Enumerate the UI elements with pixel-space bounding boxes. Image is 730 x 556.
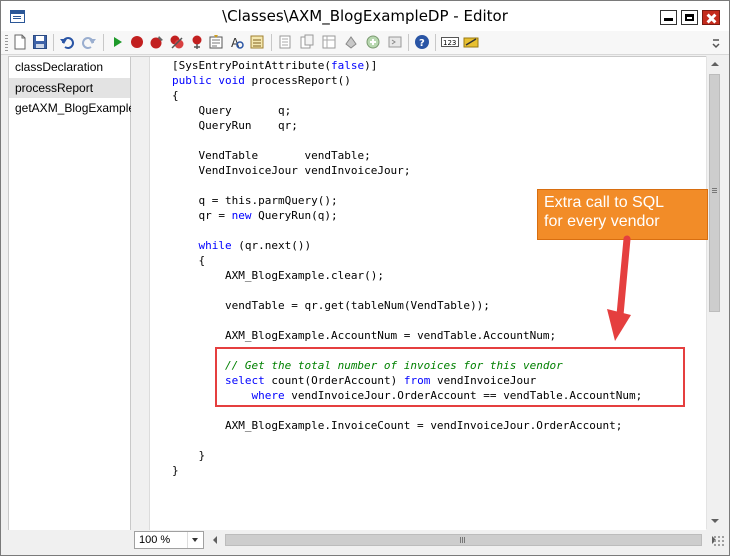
annotation-callout: Extra call to SQL for every vendor: [537, 189, 708, 240]
callout-line-1: Extra call to SQL: [544, 194, 665, 211]
title-bar[interactable]: \Classes\AXM_BlogExampleDP - Editor: [1, 1, 729, 31]
svg-text:?: ?: [419, 38, 425, 49]
code-line[interactable]: AXM_BlogExample.AccountNum = vendTable.A…: [172, 328, 642, 343]
scroll-up-button[interactable]: [707, 56, 723, 73]
code-line[interactable]: QueryRun qr;: [172, 118, 642, 133]
editor-gutter[interactable]: [131, 57, 150, 530]
lookup-icon[interactable]: A: [229, 34, 245, 50]
scroll-left-button[interactable]: [207, 531, 224, 549]
properties-icon[interactable]: [249, 34, 265, 50]
line-numbers-icon[interactable]: 123: [441, 34, 459, 50]
status-bar: 100 %: [1, 530, 729, 555]
toolbar: A ? 123: [1, 31, 729, 55]
toolbar-separator: [271, 34, 272, 51]
code-line[interactable]: while (qr.next()): [172, 238, 642, 253]
remove-breakpoints-icon[interactable]: [169, 34, 185, 50]
toggle-breakpoint-icon[interactable]: [149, 34, 165, 50]
horizontal-scrollbar[interactable]: [207, 531, 722, 549]
annotation-arrow-icon: [607, 235, 631, 341]
code-text[interactable]: [SysEntryPointAttribute(false)] public vo…: [172, 58, 642, 478]
undo-icon[interactable]: [59, 34, 75, 50]
window-title: \Classes\AXM_BlogExampleDP - Editor: [222, 7, 508, 25]
editor-window: \Classes\AXM_BlogExampleDP - Editor A ? …: [0, 0, 730, 556]
vertical-scroll-thumb[interactable]: [709, 74, 720, 312]
resize-grip[interactable]: [713, 535, 725, 547]
highlight-box: [215, 347, 685, 407]
code-line[interactable]: VendTable vendTable;: [172, 148, 642, 163]
close-button[interactable]: [702, 10, 720, 25]
minimize-button[interactable]: [660, 10, 677, 25]
redo-icon[interactable]: [81, 34, 97, 50]
code-line[interactable]: VendInvoiceJour vendInvoiceJour;: [172, 163, 642, 178]
code-line[interactable]: {: [172, 253, 642, 268]
code-line[interactable]: [172, 313, 642, 328]
new-icon[interactable]: [12, 34, 28, 50]
code-line[interactable]: [172, 133, 642, 148]
code-line[interactable]: AXM_BlogExample.InvoiceCount = vendInvoi…: [172, 418, 642, 433]
code-line[interactable]: AXM_BlogExample.clear();: [172, 268, 642, 283]
code-line[interactable]: [172, 283, 642, 298]
breakpoints-list-icon[interactable]: [189, 34, 205, 50]
toolbar-overflow-button[interactable]: [710, 36, 722, 50]
list-types-icon[interactable]: [321, 34, 337, 50]
method-list: classDeclaration processReport getAXM_Bl…: [8, 56, 135, 531]
code-line[interactable]: [172, 433, 642, 448]
code-line[interactable]: [SysEntryPointAttribute(false)]: [172, 58, 642, 73]
code-line[interactable]: {: [172, 88, 642, 103]
method-item-processreport[interactable]: processReport: [9, 78, 130, 98]
callout-line-2: for every vendor: [544, 213, 660, 230]
scroll-down-button[interactable]: [707, 512, 723, 529]
help-icon[interactable]: ?: [414, 34, 430, 50]
zoom-select[interactable]: 100 %: [134, 531, 204, 549]
toolbar-separator: [103, 34, 104, 51]
code-line[interactable]: }: [172, 448, 642, 463]
list-enums-icon[interactable]: [343, 34, 359, 50]
save-icon[interactable]: [32, 34, 48, 50]
method-item-getaxm-blogexample[interactable]: getAXM_BlogExample: [9, 98, 135, 118]
code-line[interactable]: public void processReport(): [172, 73, 642, 88]
maximize-button[interactable]: [681, 10, 698, 25]
breakpoint-icon[interactable]: [129, 34, 145, 50]
toolbar-separator: [53, 34, 54, 51]
code-line[interactable]: vendTable = qr.get(tableNum(VendTable));: [172, 298, 642, 313]
code-line[interactable]: }: [172, 463, 642, 478]
horizontal-scroll-thumb[interactable]: [225, 534, 702, 546]
source-control-icon[interactable]: [463, 34, 479, 50]
toolbar-grip[interactable]: [5, 35, 8, 51]
compile-icon[interactable]: [208, 34, 224, 50]
svg-text:123: 123: [443, 39, 456, 47]
chevron-down-icon[interactable]: [187, 532, 203, 548]
code-line[interactable]: Query q;: [172, 103, 642, 118]
method-item-classdeclaration[interactable]: classDeclaration: [9, 57, 130, 77]
script-icon[interactable]: [387, 34, 403, 50]
run-icon[interactable]: [109, 34, 125, 50]
zoom-value: 100 %: [139, 534, 171, 546]
list-tables-icon[interactable]: [277, 34, 293, 50]
vertical-scrollbar[interactable]: [706, 56, 723, 529]
list-reserved-icon[interactable]: [365, 34, 381, 50]
toolbar-separator: [408, 34, 409, 51]
list-classes-icon[interactable]: [299, 34, 315, 50]
toolbar-separator: [435, 34, 436, 51]
